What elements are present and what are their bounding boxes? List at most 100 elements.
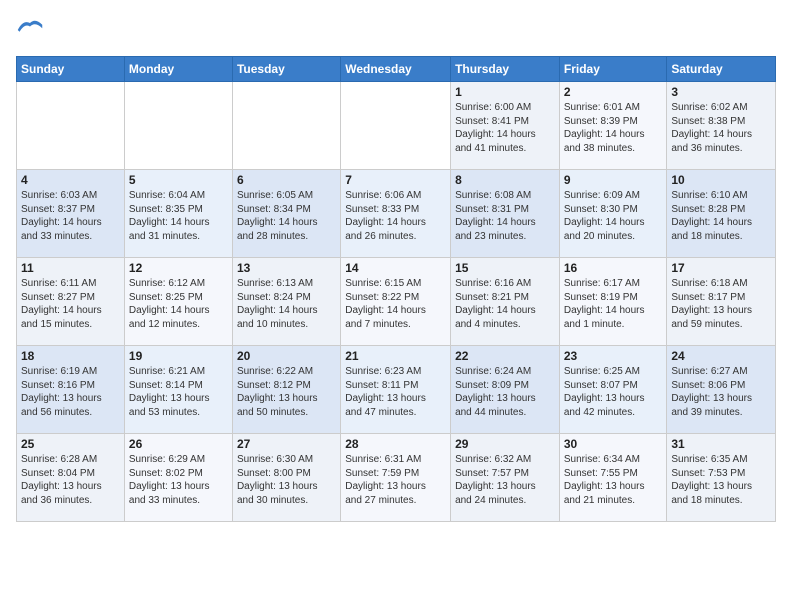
calendar-cell: 30 Sunrise: 6:34 AM Sunset: 7:55 PM Dayli… xyxy=(559,434,667,522)
calendar-cell: 5 Sunrise: 6:04 AM Sunset: 8:35 PM Daylig… xyxy=(124,170,232,258)
day-number: 10 xyxy=(671,173,771,187)
day-number: 23 xyxy=(564,349,663,363)
cell-content: Sunrise: 6:16 AM Sunset: 8:21 PM Dayligh… xyxy=(455,277,555,331)
cell-content: Sunrise: 6:17 AM Sunset: 8:19 PM Dayligh… xyxy=(564,277,663,331)
day-number: 4 xyxy=(21,173,120,187)
logo xyxy=(16,16,48,44)
day-number: 22 xyxy=(455,349,555,363)
day-number: 18 xyxy=(21,349,120,363)
calendar-cell: 14 Sunrise: 6:15 AM Sunset: 8:22 PM Dayli… xyxy=(341,258,451,346)
day-number: 21 xyxy=(345,349,446,363)
calendar-table: SundayMondayTuesdayWednesdayThursdayFrid… xyxy=(16,56,776,522)
weekday-header-monday: Monday xyxy=(124,57,232,82)
day-number: 16 xyxy=(564,261,663,275)
calendar-cell: 7Sunrise: 6:06 AM Sunset: 8:33 PM Daylig… xyxy=(341,170,451,258)
calendar-cell: 27 Sunrise: 6:30 AM Sunset: 8:00 PM Dayli… xyxy=(232,434,340,522)
day-number: 24 xyxy=(671,349,771,363)
day-number: 19 xyxy=(129,349,228,363)
weekday-header-row: SundayMondayTuesdayWednesdayThursdayFrid… xyxy=(17,57,776,82)
calendar-cell xyxy=(232,82,340,170)
cell-content: Sunrise: 6:27 AM Sunset: 8:06 PM Dayligh… xyxy=(671,365,771,419)
cell-content: Sunrise: 6:01 AM Sunset: 8:39 PM Dayligh… xyxy=(564,101,663,155)
cell-content: Sunrise: 6:18 AM Sunset: 8:17 PM Dayligh… xyxy=(671,277,771,331)
cell-content: Sunrise: 6:23 AM Sunset: 8:11 PM Dayligh… xyxy=(345,365,446,419)
calendar-cell: 2 Sunrise: 6:01 AM Sunset: 8:39 PM Daylig… xyxy=(559,82,667,170)
day-number: 2 xyxy=(564,85,663,99)
cell-content: Sunrise: 6:22 AM Sunset: 8:12 PM Dayligh… xyxy=(237,365,336,419)
weekday-header-thursday: Thursday xyxy=(451,57,560,82)
calendar-cell: 18 Sunrise: 6:19 AM Sunset: 8:16 PM Dayli… xyxy=(17,346,125,434)
calendar-week-row: 25Sunrise: 6:28 AM Sunset: 8:04 PM Dayli… xyxy=(17,434,776,522)
calendar-body: 1 Sunrise: 6:00 AM Sunset: 8:41 PM Daylig… xyxy=(17,82,776,522)
calendar-cell: 24 Sunrise: 6:27 AM Sunset: 8:06 PM Dayli… xyxy=(667,346,776,434)
day-number: 31 xyxy=(671,437,771,451)
calendar-week-row: 1 Sunrise: 6:00 AM Sunset: 8:41 PM Daylig… xyxy=(17,82,776,170)
calendar-cell: 17 Sunrise: 6:18 AM Sunset: 8:17 PM Dayli… xyxy=(667,258,776,346)
cell-content: Sunrise: 6:34 AM Sunset: 7:55 PM Dayligh… xyxy=(564,453,663,507)
day-number: 14 xyxy=(345,261,446,275)
day-number: 25 xyxy=(21,437,120,451)
calendar-cell: 9Sunrise: 6:09 AM Sunset: 8:30 PM Daylig… xyxy=(559,170,667,258)
day-number: 6 xyxy=(237,173,336,187)
calendar-cell: 6Sunrise: 6:05 AM Sunset: 8:34 PM Daylig… xyxy=(232,170,340,258)
calendar-cell: 21 Sunrise: 6:23 AM Sunset: 8:11 PM Dayli… xyxy=(341,346,451,434)
day-number: 1 xyxy=(455,85,555,99)
calendar-cell: 4 Sunrise: 6:03 AM Sunset: 8:37 PM Daylig… xyxy=(17,170,125,258)
cell-content: Sunrise: 6:02 AM Sunset: 8:38 PM Dayligh… xyxy=(671,101,771,155)
logo-icon xyxy=(16,16,44,44)
cell-content: Sunrise: 6:24 AM Sunset: 8:09 PM Dayligh… xyxy=(455,365,555,419)
calendar-header: SundayMondayTuesdayWednesdayThursdayFrid… xyxy=(17,57,776,82)
cell-content: Sunrise: 6:03 AM Sunset: 8:37 PM Dayligh… xyxy=(21,189,120,243)
day-number: 26 xyxy=(129,437,228,451)
weekday-header-friday: Friday xyxy=(559,57,667,82)
day-number: 17 xyxy=(671,261,771,275)
day-number: 12 xyxy=(129,261,228,275)
cell-content: Sunrise: 6:10 AM Sunset: 8:28 PM Dayligh… xyxy=(671,189,771,243)
calendar-cell: 8 Sunrise: 6:08 AM Sunset: 8:31 PM Daylig… xyxy=(451,170,560,258)
calendar-cell: 25Sunrise: 6:28 AM Sunset: 8:04 PM Dayli… xyxy=(17,434,125,522)
calendar-cell: 19 Sunrise: 6:21 AM Sunset: 8:14 PM Dayli… xyxy=(124,346,232,434)
calendar-cell: 23Sunrise: 6:25 AM Sunset: 8:07 PM Dayli… xyxy=(559,346,667,434)
cell-content: Sunrise: 6:11 AM Sunset: 8:27 PM Dayligh… xyxy=(21,277,120,331)
cell-content: Sunrise: 6:21 AM Sunset: 8:14 PM Dayligh… xyxy=(129,365,228,419)
calendar-cell: 22 Sunrise: 6:24 AM Sunset: 8:09 PM Dayli… xyxy=(451,346,560,434)
cell-content: Sunrise: 6:12 AM Sunset: 8:25 PM Dayligh… xyxy=(129,277,228,331)
cell-content: Sunrise: 6:32 AM Sunset: 7:57 PM Dayligh… xyxy=(455,453,555,507)
day-number: 27 xyxy=(237,437,336,451)
cell-content: Sunrise: 6:19 AM Sunset: 8:16 PM Dayligh… xyxy=(21,365,120,419)
day-number: 20 xyxy=(237,349,336,363)
day-number: 5 xyxy=(129,173,228,187)
cell-content: Sunrise: 6:30 AM Sunset: 8:00 PM Dayligh… xyxy=(237,453,336,507)
cell-content: Sunrise: 6:13 AM Sunset: 8:24 PM Dayligh… xyxy=(237,277,336,331)
day-number: 11 xyxy=(21,261,120,275)
weekday-header-wednesday: Wednesday xyxy=(341,57,451,82)
weekday-header-saturday: Saturday xyxy=(667,57,776,82)
cell-content: Sunrise: 6:08 AM Sunset: 8:31 PM Dayligh… xyxy=(455,189,555,243)
day-number: 9 xyxy=(564,173,663,187)
calendar-cell: 1 Sunrise: 6:00 AM Sunset: 8:41 PM Daylig… xyxy=(451,82,560,170)
day-number: 8 xyxy=(455,173,555,187)
day-number: 7 xyxy=(345,173,446,187)
calendar-week-row: 11 Sunrise: 6:11 AM Sunset: 8:27 PM Dayli… xyxy=(17,258,776,346)
cell-content: Sunrise: 6:00 AM Sunset: 8:41 PM Dayligh… xyxy=(455,101,555,155)
cell-content: Sunrise: 6:35 AM Sunset: 7:53 PM Dayligh… xyxy=(671,453,771,507)
day-number: 30 xyxy=(564,437,663,451)
cell-content: Sunrise: 6:04 AM Sunset: 8:35 PM Dayligh… xyxy=(129,189,228,243)
calendar-cell: 20 Sunrise: 6:22 AM Sunset: 8:12 PM Dayli… xyxy=(232,346,340,434)
calendar-cell: 10 Sunrise: 6:10 AM Sunset: 8:28 PM Dayli… xyxy=(667,170,776,258)
calendar-cell: 11 Sunrise: 6:11 AM Sunset: 8:27 PM Dayli… xyxy=(17,258,125,346)
calendar-cell xyxy=(124,82,232,170)
calendar-week-row: 4 Sunrise: 6:03 AM Sunset: 8:37 PM Daylig… xyxy=(17,170,776,258)
calendar-cell: 29 Sunrise: 6:32 AM Sunset: 7:57 PM Dayli… xyxy=(451,434,560,522)
calendar-cell xyxy=(341,82,451,170)
cell-content: Sunrise: 6:31 AM Sunset: 7:59 PM Dayligh… xyxy=(345,453,446,507)
day-number: 29 xyxy=(455,437,555,451)
calendar-cell: 12 Sunrise: 6:12 AM Sunset: 8:25 PM Dayli… xyxy=(124,258,232,346)
day-number: 28 xyxy=(345,437,446,451)
cell-content: Sunrise: 6:15 AM Sunset: 8:22 PM Dayligh… xyxy=(345,277,446,331)
calendar-week-row: 18 Sunrise: 6:19 AM Sunset: 8:16 PM Dayli… xyxy=(17,346,776,434)
calendar-cell: 26 Sunrise: 6:29 AM Sunset: 8:02 PM Dayli… xyxy=(124,434,232,522)
cell-content: Sunrise: 6:29 AM Sunset: 8:02 PM Dayligh… xyxy=(129,453,228,507)
day-number: 3 xyxy=(671,85,771,99)
calendar-cell: 3 Sunrise: 6:02 AM Sunset: 8:38 PM Daylig… xyxy=(667,82,776,170)
